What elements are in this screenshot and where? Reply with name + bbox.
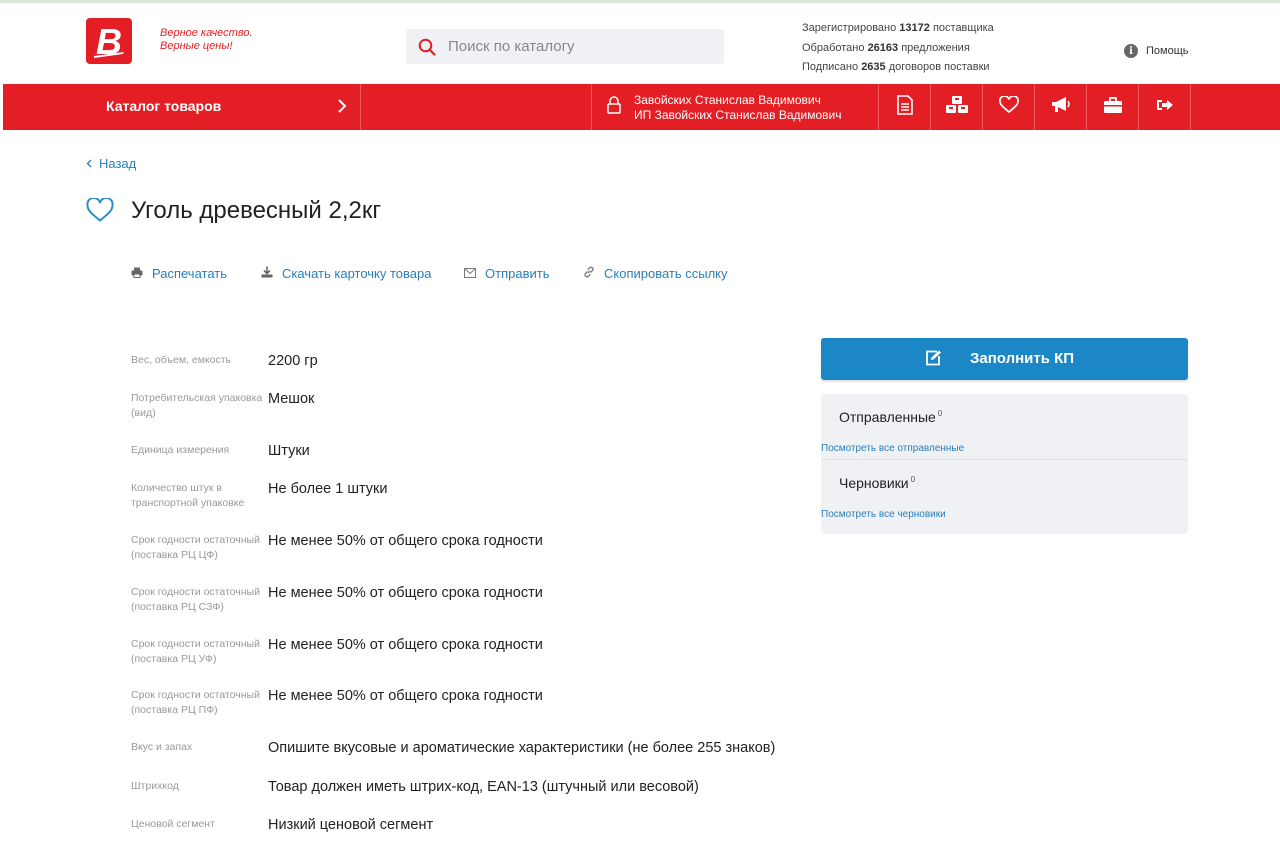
catalog-button[interactable]: Каталог товаров	[3, 84, 361, 130]
edit-icon	[925, 350, 942, 370]
favorites-button[interactable]	[983, 84, 1035, 130]
property-label: Потребительская упаковка (вид)	[131, 392, 263, 419]
property-label: Вес, объем, емкость	[131, 354, 232, 366]
announcements-button[interactable]	[1035, 84, 1087, 130]
chevron-left-icon	[86, 156, 92, 171]
fill-kp-label: Заполнить КП	[970, 350, 1075, 367]
send-label: Отправить	[485, 266, 550, 281]
property-label: Срок годности остаточный (поставка РЦ ЦФ…	[131, 534, 260, 561]
document-icon	[896, 94, 914, 120]
heart-icon	[998, 94, 1019, 119]
user-profile[interactable]: Завойских Станислав Вадимович ИП Завойск…	[591, 84, 879, 130]
send-link[interactable]: Отправить	[464, 266, 549, 281]
add-to-favorites-heart-icon[interactable]	[86, 196, 114, 228]
property-label: Единица измерения	[131, 444, 230, 456]
property-label: Срок годности остаточный (поставка РЦ СЗ…	[131, 586, 260, 613]
user-name: Завойских Станислав Вадимович	[634, 93, 821, 107]
chevron-right-icon	[337, 98, 347, 119]
search-input[interactable]	[448, 29, 718, 64]
drafts-count: 0	[910, 475, 916, 484]
user-info: Завойских Станислав Вадимович ИП Завойск…	[634, 93, 841, 123]
help-label: Помощь	[1146, 45, 1189, 57]
property-value: Не менее 50% от общего срока годности	[268, 533, 543, 549]
info-icon: i	[1124, 44, 1138, 58]
property-value: Не менее 50% от общего срока годности	[268, 585, 543, 601]
portfolio-button[interactable]	[1087, 84, 1139, 130]
property-label: Штрихкод	[131, 780, 179, 792]
download-card-link[interactable]: Скачать карточку товара	[261, 266, 431, 281]
slogan-line-1: Верное качество.	[160, 27, 253, 39]
fill-kp-button[interactable]: Заполнить КП	[821, 338, 1188, 380]
top-border	[0, 0, 1280, 3]
products-button[interactable]	[931, 84, 983, 130]
logout-button[interactable]	[1139, 84, 1191, 130]
property-value: Опишите вкусовые и ароматические характе…	[268, 740, 776, 756]
print-link[interactable]: Распечатать	[131, 266, 227, 281]
main-navbar: Каталог товаров Завойских Станислав Вади…	[3, 84, 1280, 130]
user-company: ИП Завойских Станислав Вадимович	[634, 108, 842, 122]
property-value: Не менее 50% от общего срока годности	[268, 688, 543, 704]
property-value: Не менее 50% от общего срока годности	[268, 637, 543, 653]
back-label: Назад	[99, 156, 137, 171]
drafts-title: Черновики 0	[839, 475, 915, 491]
help-link[interactable]: i Помощь	[1124, 44, 1189, 58]
search-icon[interactable]	[418, 38, 436, 61]
property-label: Ценовой сегмент	[131, 818, 215, 830]
sent-count: 0	[937, 409, 943, 418]
back-link[interactable]: Назад	[86, 156, 136, 171]
slogan-line-2: Верные цены!	[160, 40, 233, 52]
envelope-icon	[464, 266, 476, 281]
property-value: Не более 1 штуки	[268, 481, 388, 497]
page-title: Уголь древесный 2,2кг	[131, 197, 382, 224]
download-label: Скачать карточку товара	[282, 266, 432, 281]
sent-title-label: Отправленные	[839, 409, 936, 425]
property-label: Количество штук в транспортной упаковке	[131, 482, 245, 509]
site-stats: Зарегистрировано 13172 поставщика Обрабо…	[802, 19, 994, 78]
print-label: Распечатать	[152, 266, 228, 281]
view-all-sent-link[interactable]: Посмотреть все отправленные	[821, 443, 964, 454]
slogan: Верное качество. Верные цены!	[160, 27, 253, 53]
view-all-drafts-link[interactable]: Посмотреть все черновики	[821, 509, 946, 520]
property-label: Вкус и запах	[131, 741, 193, 753]
sent-title: Отправленные 0	[839, 409, 942, 425]
lock-icon	[606, 95, 622, 120]
link-icon	[583, 266, 595, 281]
property-label: Срок годности остаточный (поставка РЦ УФ…	[131, 638, 260, 665]
search-box[interactable]	[406, 29, 724, 64]
catalog-label: Каталог товаров	[106, 98, 222, 114]
panel-divider	[821, 459, 1188, 460]
copy-link[interactable]: Скопировать ссылку	[583, 266, 728, 281]
offers-panel: Отправленные 0 Посмотреть все отправленны…	[821, 394, 1188, 534]
property-value: Низкий ценовой сегмент	[268, 817, 434, 833]
logout-icon	[1156, 97, 1174, 118]
download-icon	[261, 266, 273, 281]
boxes-icon	[945, 95, 969, 120]
property-value: 2200 гр	[268, 353, 318, 369]
property-label: Срок годности остаточный (поставка РЦ ПФ…	[131, 689, 260, 716]
stats-suppliers: Зарегистрировано 13172 поставщика	[802, 22, 994, 34]
stats-contracts: Подписано 2635 договоров поставки	[802, 61, 990, 73]
briefcase-icon	[1103, 96, 1123, 119]
documents-button[interactable]	[879, 84, 931, 130]
drafts-title-label: Черновики	[839, 475, 909, 491]
megaphone-icon	[1050, 95, 1072, 120]
copy-link-label: Скопировать ссылку	[604, 266, 728, 281]
property-value: Штуки	[268, 443, 310, 459]
printer-icon	[131, 266, 143, 281]
property-value: Товар должен иметь штрих-код, EAN-13 (шт…	[268, 779, 699, 795]
logo[interactable]: B	[86, 18, 132, 64]
property-value: Мешок	[268, 391, 315, 407]
logo-mark-icon: B	[94, 21, 124, 62]
stats-offers: Обработано 26163 предложения	[802, 41, 970, 54]
